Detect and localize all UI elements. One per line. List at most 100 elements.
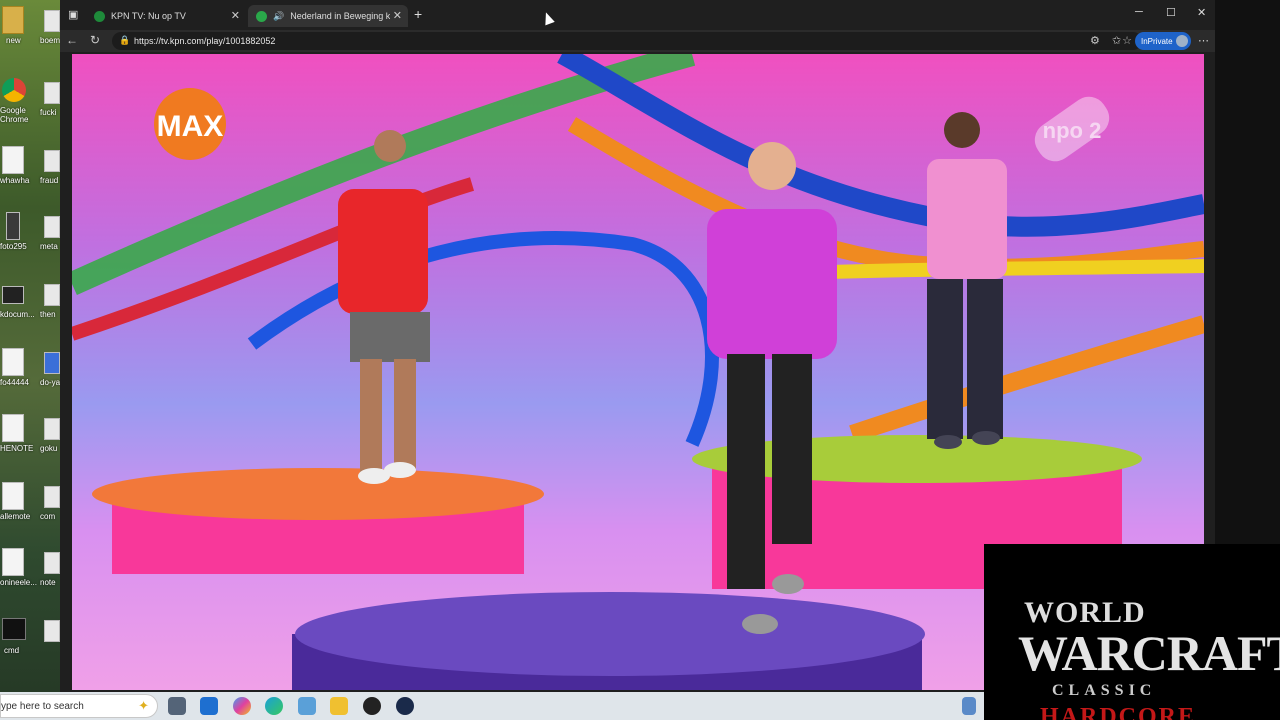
tab-nederland-in-beweging[interactable]: 🔊 Nederland in Beweging kijke ✕: [248, 5, 408, 27]
file-icon: [44, 82, 60, 104]
back-arrow-icon[interactable]: ←: [66, 33, 78, 47]
text-file-icon: [2, 482, 24, 510]
maximize-button[interactable]: ☐: [1166, 6, 1176, 19]
desktop-icon-label: fucki: [40, 108, 57, 117]
file-icon: [44, 284, 60, 306]
tray-icon[interactable]: [962, 697, 976, 715]
address-bar[interactable]: 🔒 https://tv.kpn.com/play/1001882052 ☆: [112, 32, 1142, 50]
desktop-icon-label: com: [40, 512, 56, 521]
desktop-icon-label: Google Chrome: [0, 106, 29, 124]
app-icon: [44, 352, 60, 374]
kpn-favicon-icon: [256, 10, 267, 22]
orange-ribbon-lower: [849, 315, 1204, 443]
task-view-icon[interactable]: [168, 697, 186, 715]
wow-icon[interactable]: [396, 697, 414, 715]
more-menu-icon[interactable]: ⋯: [1198, 34, 1209, 47]
phone-image-icon: [6, 212, 20, 240]
browser-toolbar: ← ↻ 🔒 https://tv.kpn.com/play/1001882052…: [60, 30, 1215, 52]
blue-arc: [247, 231, 719, 447]
close-tab-icon[interactable]: ✕: [393, 9, 402, 22]
desktop-icon-label: onineele...: [0, 578, 37, 587]
wow-classic-hardcore-overlay: WORLD WARCRAFT CLASSIC HARDCORE: [984, 544, 1280, 720]
chrome-icon: [2, 78, 26, 102]
desktop-icon-label: do-ya: [40, 378, 60, 387]
close-button[interactable]: ✕: [1197, 6, 1206, 19]
npo2-logo-text: npo 2: [1043, 118, 1102, 143]
profile-avatar: [1176, 35, 1188, 47]
tab-actions-icon[interactable]: ▣: [68, 8, 78, 21]
left-platform-top: [92, 468, 544, 520]
files-icon[interactable]: [298, 697, 316, 715]
desktop-icon-label: kdocum...: [0, 310, 35, 319]
desktop-icon-label: boem: [40, 36, 60, 45]
dancer-right: [927, 112, 1007, 449]
wow-title-warcraft: WARCRAFT: [1018, 625, 1280, 681]
desktop-icon-label: goku: [40, 444, 58, 453]
screen: new boem Google Chrome fucki whawha frau…: [0, 0, 1280, 720]
desktop-icon-label: HENOTE: [0, 444, 34, 453]
file-icon: [2, 146, 24, 174]
desktop-icon-label: whawha: [0, 176, 30, 185]
inprivate-badge[interactable]: InPrivate: [1135, 32, 1191, 50]
file-icon: [44, 486, 60, 508]
wow-title-classic: CLASSIC: [1052, 682, 1157, 699]
extensions-icon[interactable]: ⚙: [1090, 34, 1100, 47]
file-icon: [44, 150, 60, 172]
minimize-button[interactable]: ─: [1135, 6, 1143, 18]
app-icon[interactable]: [363, 697, 381, 715]
copilot-icon[interactable]: [233, 697, 251, 715]
taskbar-search[interactable]: ype here to search ✦: [0, 694, 158, 718]
lock-icon: 🔒: [119, 35, 131, 45]
desktop-icon[interactable]: cmd: [0, 610, 60, 670]
refresh-icon[interactable]: ↻: [90, 33, 100, 47]
file-icon: [44, 216, 60, 238]
desktop-icon-label: meta: [40, 242, 58, 251]
desktop-icon[interactable]: onineele... note: [0, 542, 60, 602]
outlook-icon[interactable]: [200, 697, 218, 715]
desktop-icon-label: foto295: [0, 242, 27, 251]
sparkle-icon: ✦: [138, 698, 149, 713]
close-tab-icon[interactable]: ✕: [231, 9, 240, 22]
wow-title-hardcore: HARDCORE: [1040, 704, 1197, 720]
inprivate-label: InPrivate: [1141, 36, 1173, 46]
desktop-icon[interactable]: new boem: [0, 0, 60, 60]
desktop-icon-label: fo44444: [0, 378, 29, 387]
desktop-icon-label: allemote: [0, 512, 31, 521]
tab-title: Nederland in Beweging kijke: [290, 11, 391, 21]
npo2-logo: npo 2: [1034, 96, 1110, 162]
desktop-icon[interactable]: kdocum... then: [0, 274, 60, 334]
blue-ribbon: [557, 54, 1204, 237]
collections-icon[interactable]: ✩: [1112, 34, 1121, 47]
tab-kpn-tv[interactable]: KPN TV: Nu op TV ✕: [86, 5, 246, 27]
center-platform-top: [295, 592, 925, 676]
desktop-icon-label: note: [40, 578, 56, 587]
desktop-icon-label: cmd: [4, 646, 20, 655]
edge-icon[interactable]: [265, 697, 283, 715]
desktop-icon[interactable]: allemote com: [0, 476, 60, 536]
file-icon: [2, 348, 24, 376]
text-file-icon: [2, 548, 24, 576]
desktop-icon-label: fraud: [40, 176, 59, 185]
cmd-icon: [2, 618, 26, 640]
file-icon: [44, 552, 60, 574]
dancer-left: [338, 130, 430, 484]
desktop-icon[interactable]: fo44444 do-ya: [0, 342, 60, 402]
taskbar: ype here to search ✦: [0, 692, 984, 720]
new-tab-button[interactable]: +: [414, 6, 422, 22]
file-icon: [44, 418, 60, 440]
file-icon: [44, 620, 60, 642]
desktop-icon[interactable]: HENOTE goku: [0, 408, 60, 468]
desktop-icon-label: then: [40, 310, 56, 319]
explorer-icon[interactable]: [330, 697, 348, 715]
desktop-icon[interactable]: whawha fraud: [0, 140, 60, 200]
address-text: https://tv.kpn.com/play/1001882052: [134, 36, 276, 46]
desktop-icon[interactable]: Google Chrome fucki: [0, 72, 60, 132]
desktop-icon-label: new: [6, 36, 21, 45]
tab-title: KPN TV: Nu op TV: [111, 11, 186, 21]
text-file-icon: [2, 414, 24, 442]
kpn-favicon-icon: [94, 10, 105, 22]
desktop-background: new boem Google Chrome fucki whawha frau…: [0, 0, 60, 692]
favorite-star-icon[interactable]: ☆: [1122, 34, 1132, 47]
audio-icon[interactable]: 🔊: [273, 11, 284, 22]
desktop-icon[interactable]: foto295 meta: [0, 206, 60, 266]
